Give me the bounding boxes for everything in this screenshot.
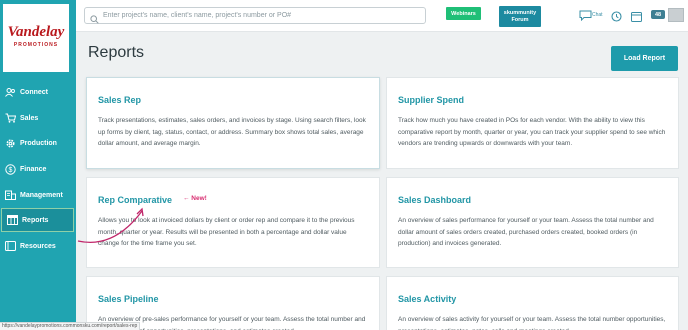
annotation-arrow <box>77 207 144 243</box>
cart-icon <box>4 112 16 124</box>
card-title[interactable]: Sales Rep <box>98 95 141 105</box>
calendar-icon[interactable] <box>631 9 642 27</box>
card-description: Track presentations, estimates, sales or… <box>98 117 366 147</box>
status-bar: https://vandelaypromotions.commonsku.com… <box>0 322 140 330</box>
chat-icon[interactable] <box>579 8 592 26</box>
webinars-button[interactable]: Webinars <box>446 7 481 20</box>
sidebar-item-production[interactable]: Production <box>0 131 76 155</box>
notification-badge[interactable]: 48 <box>651 10 665 19</box>
sidebar: Vandelay PROMOTIONS Connect Sales Produc… <box>0 0 76 330</box>
sidebar-item-reports[interactable]: Reports <box>1 208 74 232</box>
sidebar-item-label: Sales <box>20 114 39 122</box>
book-icon <box>4 240 16 252</box>
search-icon <box>90 11 99 29</box>
report-card-supplier-spend[interactable]: Supplier Spend Track how much you have c… <box>386 77 679 169</box>
card-title[interactable]: Supplier Spend <box>398 95 464 105</box>
svg-text:$: $ <box>8 167 12 174</box>
company-logo[interactable]: Vandelay PROMOTIONS <box>3 4 69 72</box>
sidebar-item-resources[interactable]: Resources <box>0 234 76 258</box>
sidebar-item-label: Management <box>20 191 63 199</box>
building-icon <box>4 189 16 201</box>
sidebar-item-sales[interactable]: Sales <box>0 106 76 130</box>
status-url: https://vandelaypromotions.commonsku.com… <box>2 323 138 329</box>
forum-button[interactable]: skummunity Forum <box>499 6 541 27</box>
sidebar-item-management[interactable]: Management <box>0 183 76 207</box>
search-input[interactable]: Enter project's name, client's name, pro… <box>84 7 426 24</box>
card-title[interactable]: Rep Comparative <box>98 195 172 205</box>
sidebar-item-label: Resources <box>20 242 56 250</box>
card-description: An overview of sales activity for yourse… <box>398 316 666 330</box>
logo-text: Vandelay <box>7 24 65 40</box>
card-description: Track how much you have created in POs f… <box>398 117 666 147</box>
sidebar-item-label: Finance <box>20 165 47 173</box>
sidebar-item-label: Production <box>20 139 57 147</box>
top-bar: Enter project's name, client's name, pro… <box>76 0 688 32</box>
card-title[interactable]: Sales Activity <box>398 294 456 304</box>
forum-label-line2: Forum <box>511 16 529 23</box>
sidebar-item-label: Connect <box>20 88 48 96</box>
avatar[interactable] <box>668 8 684 22</box>
load-report-button[interactable]: Load Report <box>611 46 678 71</box>
forum-label-line1: skummunity <box>503 9 537 16</box>
search-placeholder: Enter project's name, client's name, pro… <box>103 12 292 19</box>
report-card-sales-dashboard[interactable]: Sales Dashboard An overview of sales per… <box>386 177 679 268</box>
sidebar-item-finance[interactable]: $ Finance <box>0 157 76 181</box>
report-card-sales-activity[interactable]: Sales Activity An overview of sales acti… <box>386 276 679 330</box>
gear-icon <box>4 137 16 149</box>
new-annotation: ← New! <box>183 195 207 202</box>
clock-icon[interactable] <box>611 9 622 27</box>
sidebar-item-connect[interactable]: Connect <box>0 80 76 104</box>
report-card-sales-rep[interactable]: Sales Rep Track presentations, estimates… <box>86 77 380 169</box>
chat-label[interactable]: Chat <box>592 12 603 18</box>
sidebar-item-label: Reports <box>22 216 49 224</box>
card-description: An overview of sales performance for you… <box>398 217 654 247</box>
logo-subtext: PROMOTIONS <box>13 42 59 48</box>
card-title[interactable]: Sales Pipeline <box>98 294 159 304</box>
people-icon <box>4 86 16 98</box>
table-icon <box>6 214 18 226</box>
page-title: Reports <box>88 44 145 61</box>
dollar-icon: $ <box>4 163 16 175</box>
card-title[interactable]: Sales Dashboard <box>398 195 471 205</box>
